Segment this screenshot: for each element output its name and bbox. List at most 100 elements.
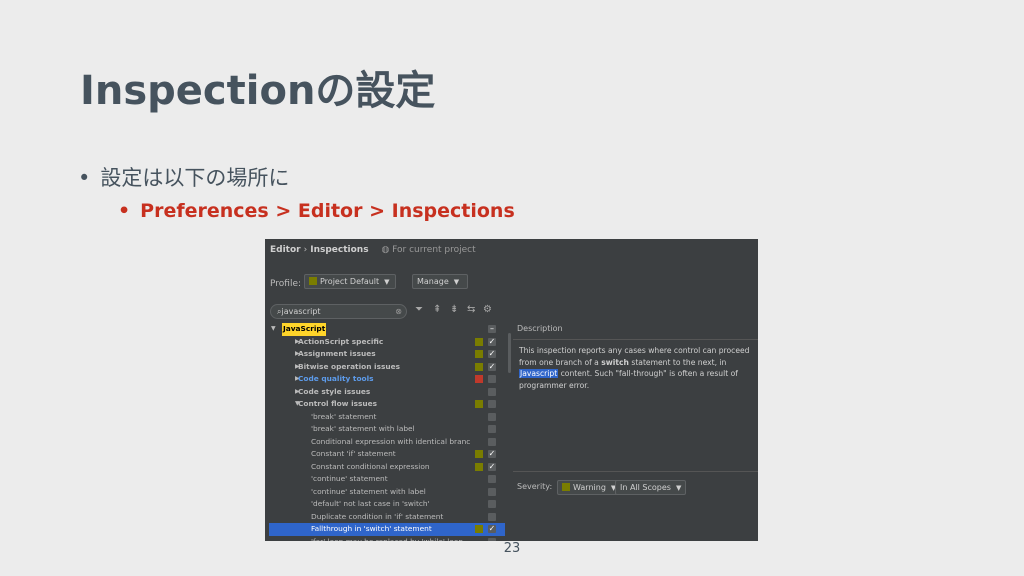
breadcrumb-editor[interactable]: Editor: [270, 245, 301, 255]
chevron-down-icon: ▼: [675, 484, 682, 492]
enable-checkbox[interactable]: [488, 437, 496, 446]
description-js: Javascript: [519, 369, 559, 378]
enable-checkbox[interactable]: [488, 475, 496, 483]
scope-value: In All Scopes: [620, 483, 671, 492]
tree-row[interactable]: Conditional expression with identical br…: [269, 436, 505, 449]
tree-row[interactable]: ▶ ActionScript specific ✓: [269, 336, 505, 349]
description-keyword: switch: [601, 357, 629, 367]
tree-row-label: 'default' not last case in 'switch': [311, 499, 430, 508]
divider-line: [513, 471, 758, 472]
enable-checkbox[interactable]: [488, 487, 496, 496]
enable-checkbox[interactable]: ✓: [488, 362, 496, 371]
profile-label: Profile:: [270, 279, 302, 289]
tree-row-label: 'continue' statement with label: [311, 486, 426, 496]
breadcrumb-separator: ›: [303, 245, 308, 255]
enable-checkbox[interactable]: –: [488, 325, 496, 333]
enable-checkbox[interactable]: ✓: [488, 337, 496, 346]
enable-checkbox[interactable]: [488, 400, 496, 408]
enable-checkbox[interactable]: ✓: [488, 525, 496, 533]
tree-row[interactable]: Constant conditional expression ✓: [269, 461, 505, 474]
tree-row[interactable]: ▼ JavaScript –: [269, 323, 505, 336]
tree-row-label: Code style issues: [298, 386, 371, 396]
tree-row[interactable]: 'continue' statement with label: [269, 486, 505, 499]
bullet-location-text: 設定は以下の場所に: [100, 166, 290, 190]
severity-label: Severity:: [517, 482, 553, 491]
enable-checkbox[interactable]: ✓: [488, 350, 496, 358]
enable-checkbox[interactable]: [488, 425, 496, 433]
project-icon: ◍: [381, 245, 390, 255]
reset-icon[interactable]: ⇆: [467, 304, 475, 315]
tree-row-label: Duplicate condition in 'if' statement: [311, 511, 444, 521]
profile-dropdown[interactable]: Project Default ▼: [304, 274, 396, 289]
manage-button[interactable]: Manage ▼: [412, 274, 468, 289]
tree-row[interactable]: Duplicate condition in 'if' statement: [269, 511, 505, 524]
severity-icon: [475, 350, 483, 358]
severity-icon: [475, 375, 483, 383]
tree-row-label: ActionScript specific: [298, 336, 384, 346]
bullet-path-text: Preferences > Editor > Inspections: [140, 200, 515, 222]
tree-row-label: 'break' statement: [311, 411, 377, 421]
enable-checkbox[interactable]: [488, 512, 496, 521]
manage-label: Manage: [417, 277, 449, 286]
enable-checkbox[interactable]: [488, 412, 496, 421]
bullet-dot: •: [118, 200, 131, 222]
tree-row[interactable]: ▶ Code style issues: [269, 386, 505, 399]
tree-row-label: Constant conditional expression: [311, 461, 430, 471]
bullet-dot: •: [78, 166, 91, 190]
description-panel: This inspection reports any cases where …: [513, 339, 758, 469]
tree-row[interactable]: 'break' statement: [269, 411, 505, 424]
enable-checkbox[interactable]: [488, 375, 496, 383]
severity-icon: [475, 450, 483, 458]
tree-row-label: Code quality tools: [298, 374, 374, 383]
tree-row[interactable]: Constant 'if' statement ✓: [269, 448, 505, 461]
severity-icon: [475, 337, 483, 346]
tree-scrollbar[interactable]: [508, 333, 511, 373]
tree-row[interactable]: ▶ Code quality tools: [269, 373, 505, 386]
tree-row[interactable]: ▶ Assignment issues ✓: [269, 348, 505, 361]
tree-row-label: 'continue' statement: [311, 474, 388, 483]
inspection-tree[interactable]: ▼ JavaScript – ▶ ActionScript specific ✓ ▶ Assi…: [269, 323, 505, 541]
tree-row[interactable]: ▼ Control flow issues: [269, 398, 505, 411]
tree-row[interactable]: 'default' not last case in 'switch': [269, 498, 505, 511]
tree-row-label: JavaScript: [282, 323, 327, 336]
tree-row-label: Assignment issues: [298, 349, 376, 358]
search-input[interactable]: ⌕javascript ⊗: [270, 304, 407, 319]
enable-checkbox[interactable]: ✓: [488, 450, 496, 458]
slide-title: Inspectionの設定: [80, 68, 436, 114]
settings-icon[interactable]: ⚙: [483, 304, 492, 315]
severity-value: Warning: [573, 483, 606, 492]
chevron-down-icon: ▼: [453, 278, 460, 286]
severity-dropdown[interactable]: Warning ▼: [557, 480, 622, 495]
enable-checkbox[interactable]: [488, 387, 496, 396]
page-number: 23: [503, 541, 521, 556]
expand-all-icon[interactable]: ⇞: [433, 304, 441, 315]
bullet-path: • Preferences > Editor > Inspections: [118, 200, 515, 222]
bullet-location: • 設定は以下の場所に: [78, 162, 289, 192]
tree-row[interactable]: ▶ Bitwise operation issues ✓: [269, 361, 505, 374]
tree-row-label: Bitwise operation issues: [298, 361, 401, 371]
breadcrumb-inspections: Inspections: [310, 245, 369, 255]
severity-icon: [475, 362, 483, 371]
enable-checkbox[interactable]: [488, 500, 496, 508]
tree-row[interactable]: 'break' statement with label: [269, 423, 505, 436]
profile-icon: [309, 277, 317, 285]
filter-icon[interactable]: ⏷: [415, 304, 423, 315]
severity-icon: [475, 462, 483, 471]
search-value: javascript: [281, 307, 321, 316]
chevron-down-icon: ▼: [384, 278, 390, 286]
clear-search-icon[interactable]: ⊗: [395, 305, 402, 318]
tree-row-label: Constant 'if' statement: [311, 449, 396, 458]
profile-value: Project Default: [320, 277, 380, 286]
tree-row[interactable]: 'continue' statement: [269, 473, 505, 486]
severity-icon: [475, 400, 483, 408]
enable-checkbox[interactable]: ✓: [488, 462, 496, 471]
project-note-text: For current project: [392, 245, 476, 255]
tree-row-label: Control flow issues: [298, 399, 378, 408]
expanded-arrow-icon[interactable]: ▼: [271, 323, 276, 336]
collapse-all-icon[interactable]: ⇟: [450, 304, 458, 315]
severity-icon: [475, 525, 483, 533]
tree-row[interactable]: Fallthrough in 'switch' statement ✓: [269, 523, 505, 536]
breadcrumb: Editor › Inspections ◍ For current project: [270, 245, 476, 255]
scope-dropdown[interactable]: In All Scopes ▼: [615, 480, 687, 495]
description-text-2: statement to the next, in: [631, 357, 727, 367]
